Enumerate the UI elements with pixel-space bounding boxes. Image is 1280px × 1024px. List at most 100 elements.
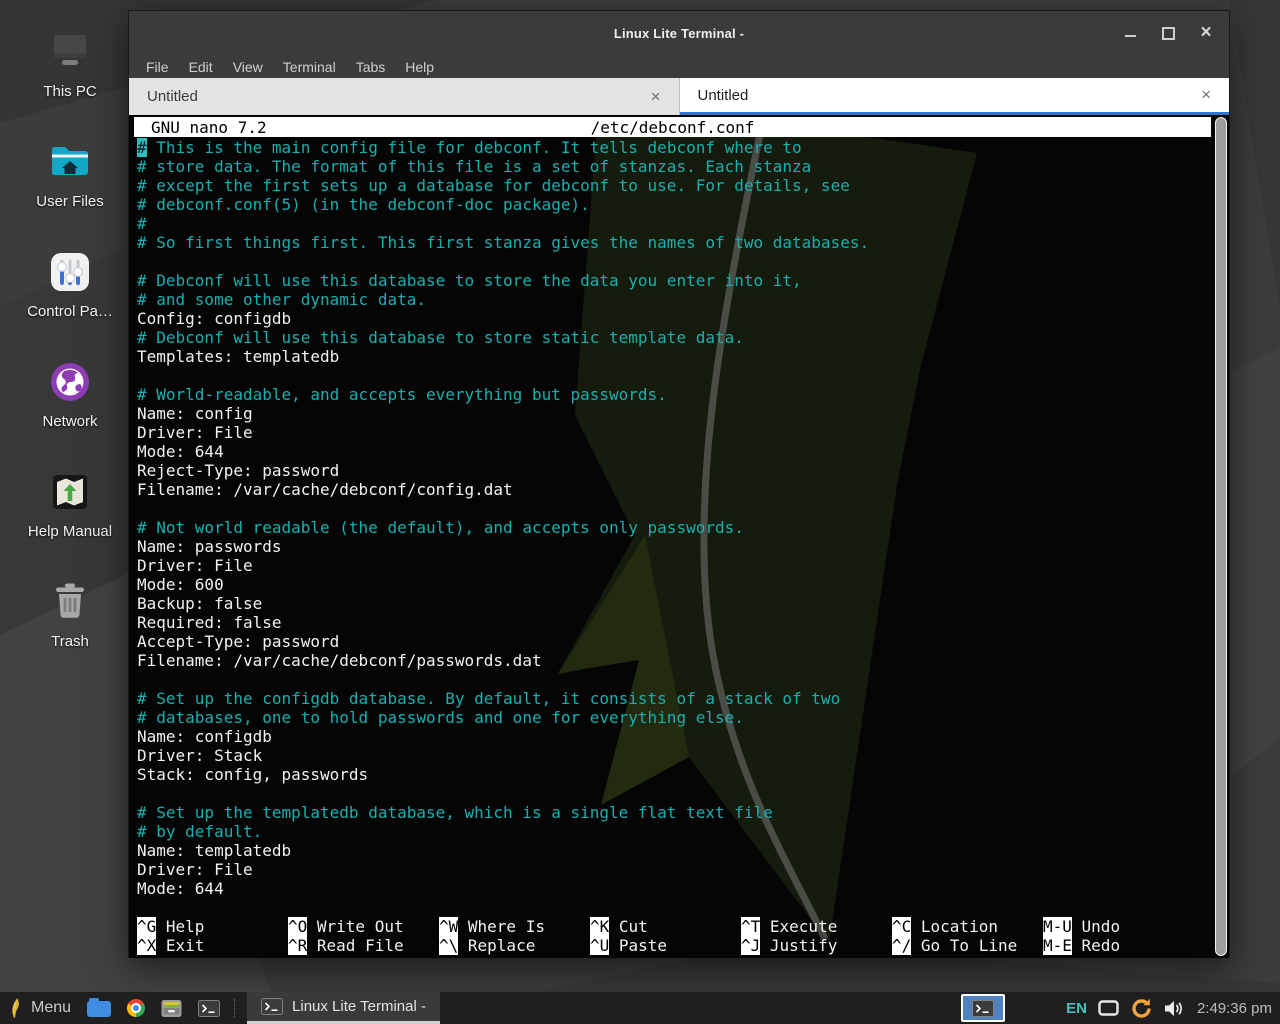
- nano-line: [137, 252, 1229, 271]
- window-title: Linux Lite Terminal -: [614, 26, 744, 41]
- shortcut-location: ^C Location: [892, 917, 1043, 936]
- tab-label: Untitled: [698, 87, 749, 104]
- clock[interactable]: 2:49:36 pm: [1197, 1000, 1272, 1017]
- menu-tabs[interactable]: Tabs: [346, 59, 396, 75]
- shortcut-key: ^G: [137, 917, 156, 936]
- menu-view[interactable]: View: [223, 59, 273, 75]
- shortcut-go-to-line: ^/ Go To Line: [892, 936, 1043, 955]
- tab-close-icon[interactable]: ×: [1201, 85, 1211, 105]
- menu-help[interactable]: Help: [395, 59, 444, 75]
- tray-terminal-icon[interactable]: [961, 994, 1005, 1022]
- nano-line: Name: templatedb: [137, 841, 1229, 860]
- task-button-label: Linux Lite Terminal -: [292, 998, 426, 1015]
- tab-label: Untitled: [147, 88, 198, 105]
- menu-file[interactable]: File: [136, 59, 179, 75]
- terminal-launcher-icon[interactable]: [198, 1000, 220, 1017]
- nano-line: [137, 784, 1229, 803]
- menu-button[interactable]: Menu: [31, 999, 71, 1017]
- linuxlite-menu-icon[interactable]: [9, 997, 24, 1020]
- clipboard-window-icon[interactable]: [1098, 1000, 1119, 1016]
- update-icon[interactable]: [1130, 997, 1153, 1020]
- nano-line: # Not world readable (the default), and …: [137, 518, 1229, 537]
- nano-buffer[interactable]: # This is the main config file for debco…: [129, 137, 1229, 898]
- file-manager-icon[interactable]: [161, 999, 182, 1018]
- folder-home-icon[interactable]: [46, 138, 94, 186]
- desktop-icon-this-pc[interactable]: This PC: [20, 28, 120, 100]
- window-titlebar[interactable]: Linux Lite Terminal - ×: [129, 11, 1229, 55]
- shortcut-undo: M-U Undo: [1043, 917, 1194, 936]
- nano-titlebar: GNU nano 7.2 /etc/debconf.conf: [134, 117, 1211, 137]
- shortcut-key: ^W: [439, 917, 458, 936]
- shortcut-where-is: ^W Where Is: [439, 917, 590, 936]
- nano-line: # and some other dynamic data.: [137, 290, 1229, 309]
- desktop-icon-label: Control Pa…: [20, 303, 120, 320]
- desktop-icon-user-files[interactable]: User Files: [20, 138, 120, 210]
- nano-line: # databases, one to hold passwords and o…: [137, 708, 1229, 727]
- tab-2-active[interactable]: Untitled ×: [680, 78, 1230, 115]
- nano-line: Mode: 644: [137, 879, 1229, 898]
- tab-close-icon[interactable]: ×: [651, 87, 661, 107]
- nano-line: [137, 499, 1229, 518]
- menu-edit[interactable]: Edit: [179, 59, 223, 75]
- desktop-icon-label: User Files: [20, 193, 120, 210]
- desktop-icon-network[interactable]: Network: [20, 358, 120, 430]
- minimize-icon[interactable]: [1123, 26, 1137, 40]
- help-manual-icon[interactable]: [46, 468, 94, 516]
- shortcut-key: ^X: [137, 936, 156, 955]
- nano-line: Reject-Type: password: [137, 461, 1229, 480]
- nano-line: # debconf.conf(5) (in the debconf-doc pa…: [137, 195, 1229, 214]
- shortcut-key: ^/: [892, 936, 911, 955]
- nano-line: Driver: File: [137, 423, 1229, 442]
- trash-icon[interactable]: [46, 578, 94, 626]
- shortcut-paste: ^U Paste: [590, 936, 741, 955]
- maximize-icon[interactable]: [1161, 26, 1175, 40]
- taskbar: Menu Linux Lite Terminal - EN 2:49:36 pm: [0, 992, 1280, 1024]
- scrollbar-thumb[interactable]: [1216, 118, 1226, 955]
- nano-line: Driver: File: [137, 860, 1229, 879]
- nano-line: # Debconf will use this database to stor…: [137, 271, 1229, 290]
- nano-line: Accept-Type: password: [137, 632, 1229, 651]
- nano-line: # Set up the templatedb database, which …: [137, 803, 1229, 822]
- network-globe-icon[interactable]: [46, 358, 94, 406]
- nano-line: # So first things first. This first stan…: [137, 233, 1229, 252]
- computer-icon[interactable]: [46, 28, 94, 76]
- shortcut-read-file: ^R Read File: [288, 936, 439, 955]
- control-panel-icon[interactable]: [46, 248, 94, 296]
- terminal-icon: [261, 998, 283, 1015]
- menu-terminal[interactable]: Terminal: [273, 59, 346, 75]
- shortcut-replace: ^\ Replace: [439, 936, 590, 955]
- terminal-scrollbar[interactable]: [1215, 117, 1227, 956]
- desktop-icon-trash[interactable]: Trash: [20, 578, 120, 650]
- system-tray: EN 2:49:36 pm: [961, 994, 1280, 1022]
- taskbar-separator: [234, 999, 235, 1017]
- shortcut-exit: ^X Exit: [137, 936, 288, 955]
- nano-line: # by default.: [137, 822, 1229, 841]
- shortcut-key: ^U: [590, 936, 609, 955]
- nano-line: Required: false: [137, 613, 1229, 632]
- nano-line: Mode: 600: [137, 575, 1229, 594]
- show-desktop-icon[interactable]: [87, 998, 111, 1018]
- task-button-terminal[interactable]: Linux Lite Terminal -: [247, 992, 440, 1024]
- keyboard-layout-indicator[interactable]: EN: [1066, 1000, 1087, 1017]
- nano-shortcuts: ^G Help^O Write Out^W Where Is^K Cut^T E…: [137, 917, 1209, 955]
- desktop-icon-control-pa[interactable]: Control Pa…: [20, 248, 120, 320]
- nano-line: Config: configdb: [137, 309, 1229, 328]
- nano-line: Backup: false: [137, 594, 1229, 613]
- nano-line: [137, 366, 1229, 385]
- desktop-icon-label: Network: [20, 413, 120, 430]
- close-icon[interactable]: ×: [1199, 26, 1213, 40]
- shortcut-key: ^C: [892, 917, 911, 936]
- volume-icon[interactable]: [1164, 1000, 1184, 1017]
- tab-1[interactable]: Untitled ×: [129, 78, 680, 115]
- chrome-icon[interactable]: [127, 999, 145, 1017]
- nano-line: Name: config: [137, 404, 1229, 423]
- shortcut-key: ^K: [590, 917, 609, 936]
- desktop-icon-help-manual[interactable]: Help Manual: [20, 468, 120, 540]
- terminal-content[interactable]: GNU nano 7.2 /etc/debconf.conf # This is…: [129, 115, 1229, 958]
- desktop-icon-label: Trash: [20, 633, 120, 650]
- nano-line: [137, 670, 1229, 689]
- nano-line: # Debconf will use this database to stor…: [137, 328, 1229, 347]
- nano-line: Driver: File: [137, 556, 1229, 575]
- shortcut-key: ^R: [288, 936, 307, 955]
- nano-line: # World-readable, and accepts everything…: [137, 385, 1229, 404]
